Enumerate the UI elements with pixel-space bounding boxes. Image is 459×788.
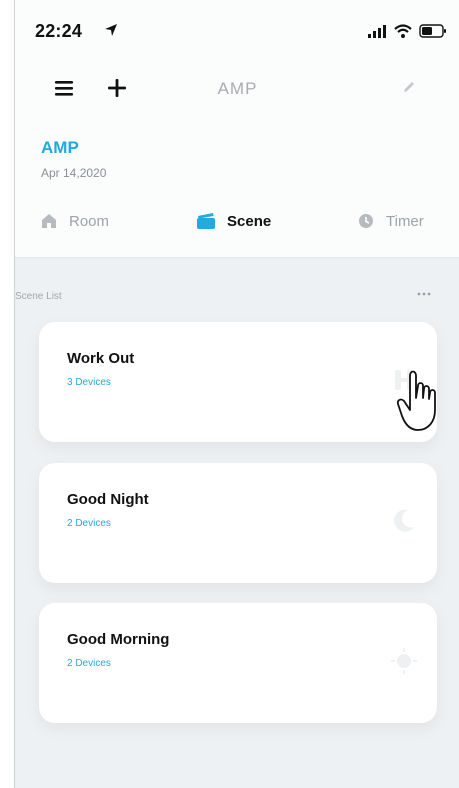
- tab-timer[interactable]: Timer: [358, 208, 424, 234]
- sun-icon[interactable]: [391, 647, 417, 675]
- tab-room[interactable]: Room: [41, 208, 109, 234]
- nav-title: AMP: [217, 79, 258, 98]
- battery-icon: [419, 24, 446, 38]
- scene-devices: 2 Devices: [67, 658, 111, 669]
- scene-card[interactable]: Good Morning 2 Devices: [39, 603, 437, 723]
- tab-timer-label: Timer: [386, 212, 424, 230]
- tab-scene[interactable]: Scene: [197, 208, 271, 234]
- scene-card[interactable]: Work Out 3 Devices: [39, 322, 437, 442]
- clock-icon: [359, 214, 373, 228]
- app-screen: 22:24 AMP AMP Apr 14,2020 Room Scene Tim…: [14, 0, 459, 788]
- hand-cursor-icon: [396, 370, 436, 431]
- tab-scene-label: Scene: [227, 212, 272, 230]
- header-panel: 22:24 AMP AMP Apr 14,2020 Room Scene Tim…: [15, 0, 459, 258]
- tab-room-label: Room: [69, 212, 110, 230]
- scene-devices: 3 Devices: [67, 377, 111, 388]
- scene-devices: 2 Devices: [67, 518, 111, 529]
- scene-name: Good Morning: [67, 631, 170, 648]
- home-date: Apr 14,2020: [41, 166, 107, 180]
- scene-name: Work Out: [67, 350, 135, 367]
- scene-card[interactable]: Good Night 2 Devices: [39, 463, 437, 583]
- home-name: AMP: [41, 138, 79, 157]
- edit-icon[interactable]: [402, 80, 416, 94]
- ellipsis-icon[interactable]: [417, 290, 431, 298]
- moon-icon[interactable]: [391, 507, 417, 535]
- wifi-icon: [394, 24, 412, 38]
- signal-icon: [368, 25, 386, 38]
- status-time: 22:24: [35, 21, 83, 41]
- status-bar: 22:24: [15, 0, 459, 60]
- house-icon: [42, 214, 56, 228]
- section-label: Scene List: [15, 291, 62, 302]
- location-arrow-icon: [105, 24, 117, 36]
- scene-icon: [197, 213, 215, 229]
- scene-name: Good Night: [67, 491, 149, 508]
